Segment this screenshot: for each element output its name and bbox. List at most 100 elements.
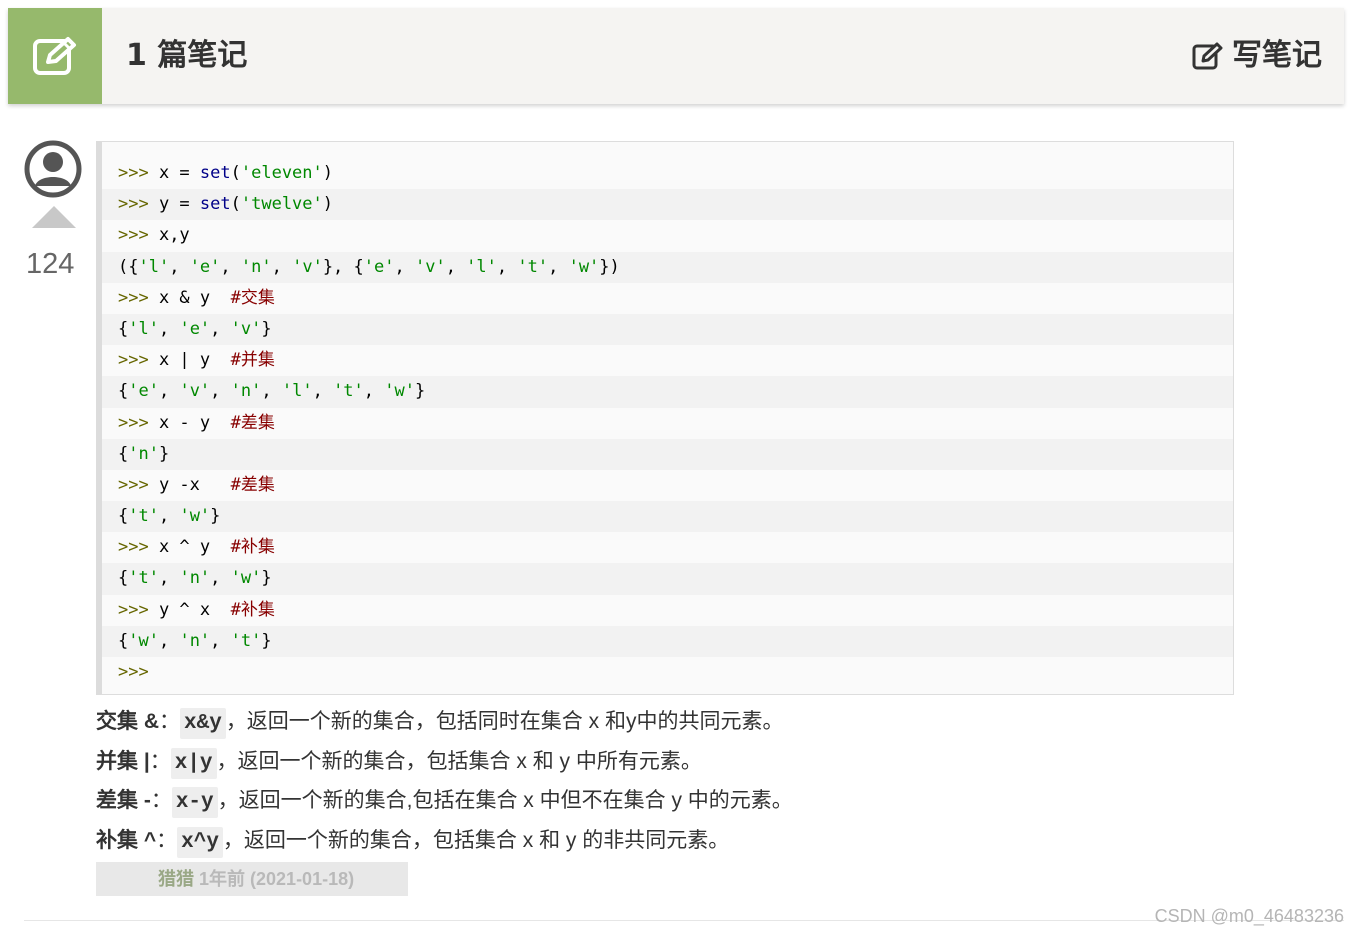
- code-token: 't': [230, 630, 262, 651]
- code-token: ,: [548, 256, 569, 277]
- code-token: 'n': [240, 256, 272, 277]
- code-line: >>> y = set('twelve'): [102, 189, 1233, 221]
- code-token: #差集: [230, 412, 275, 433]
- code-token: #交集: [230, 287, 275, 308]
- inline-code: x|y: [170, 747, 217, 779]
- code-token: ,: [363, 381, 385, 402]
- code-line: {'w', 'n', 't'}: [102, 625, 1233, 657]
- set-operations-description: 交集 &： x&y ，返回一个新的集合，包括同时在集合 x 和y中的共同元素。 并集 …: [96, 702, 793, 860]
- code-token: ,: [158, 506, 180, 527]
- code-token: ,: [158, 568, 180, 589]
- code-token: ): [322, 194, 334, 215]
- vote-count: 124: [26, 248, 75, 280]
- write-note-button[interactable]: 写笔记: [1192, 34, 1322, 78]
- code-token: 'l': [128, 318, 159, 339]
- code-token: set: [199, 194, 231, 215]
- write-note-label: 写笔记: [1232, 38, 1322, 73]
- code-token: ,: [158, 318, 180, 339]
- csdn-watermark: CSDN @m0_46483236: [1154, 906, 1344, 926]
- code-token: ,: [169, 256, 190, 277]
- code-line: ({'l', 'e', 'n', 'v'}, {'e', 'v', 'l', '…: [102, 251, 1233, 283]
- description-line: 交集 &： x&y ，返回一个新的集合，包括同时在集合 x 和y中的共同元素。: [96, 702, 793, 742]
- notes-panel: 1 篇笔记 写笔记 124 >>> x = set('eleven') >>> y…: [8, 8, 1344, 937]
- description-line: 并集 |： x|y ，返回一个新的集合，包括集合 x 和 y 中所有元素。: [96, 742, 793, 782]
- code-line: {'t', 'w'}: [102, 501, 1233, 533]
- avatar-icon: [24, 140, 82, 198]
- code-token: 'twelve': [240, 194, 323, 215]
- code-line: >>> y ^ x #补集: [102, 595, 1233, 626]
- code-line: >>> x | y #并集: [102, 345, 1233, 376]
- code-line: >>> y -x #差集: [102, 470, 1233, 501]
- code-token: >>>: [118, 599, 159, 620]
- operation-term: 补集 ^: [96, 828, 157, 852]
- code-token: }: [261, 568, 272, 589]
- code-token: ,: [220, 256, 241, 277]
- code-token: 'v': [230, 318, 262, 339]
- code-token: 'w': [568, 256, 600, 277]
- code-token: >>>: [118, 474, 159, 495]
- author-name[interactable]: 猎猎: [158, 869, 194, 889]
- code-line: {'n'}: [102, 438, 1233, 470]
- code-token: ,: [394, 256, 415, 277]
- operation-term: 差集 -: [96, 789, 151, 812]
- description-text: ，返回一个新的集合，包括集合 x 和 y 中所有元素。: [216, 749, 702, 773]
- code-token: x =: [158, 163, 200, 183]
- separator: ：: [150, 789, 172, 812]
- code-token: 'l': [138, 256, 170, 277]
- code-token: 'v': [179, 381, 211, 402]
- code-token: ,: [312, 381, 334, 402]
- code-token: ,: [210, 381, 231, 402]
- code-token: #补集: [230, 599, 275, 620]
- description-line: 差集 -： x-y ，返回一个新的集合,包括在集合 x 中但不在集合 y 中的元素。: [96, 781, 793, 821]
- separator: ：: [149, 749, 171, 773]
- notes-header: 1 篇笔记 写笔记: [8, 8, 1344, 104]
- code-token: {: [118, 630, 129, 651]
- code-token: 'l': [281, 381, 313, 402]
- code-line: >>> x ^ y #补集: [102, 532, 1233, 563]
- code-token: 'e': [179, 318, 211, 339]
- code-token: ,: [158, 381, 180, 402]
- code-token: ({: [118, 256, 139, 277]
- description-line: 补集 ^： x^y ，返回一个新的集合，包括集合 x 和 y 的非共同元素。: [96, 821, 793, 861]
- code-token: 'n': [179, 630, 211, 651]
- code-token: }: [414, 381, 426, 402]
- code-token: {: [118, 318, 129, 339]
- description-text: ，返回一个新的集合,包括在集合 x 中但不在集合 y 中的元素。: [217, 789, 793, 812]
- code-token: }: [210, 506, 221, 527]
- code-token: }: [158, 443, 170, 464]
- code-line: >>> x & y #交集: [102, 283, 1233, 314]
- code-token: }, {: [322, 256, 364, 277]
- code-token: ): [322, 163, 334, 183]
- code-token: }: [261, 318, 272, 339]
- code-token: ,: [496, 256, 518, 277]
- code-token: >>>: [118, 225, 159, 246]
- code-token: >>>: [118, 194, 159, 215]
- code-token: >>>: [118, 350, 159, 371]
- code-token: 't': [517, 256, 549, 277]
- inline-code: x^y: [177, 826, 223, 858]
- code-token: 'w': [230, 568, 262, 589]
- code-token: 'v': [414, 256, 446, 277]
- code-line: {'t', 'n', 'w'}: [102, 563, 1233, 595]
- code-line: >>> x,y: [102, 220, 1233, 251]
- code-token: >>>: [118, 412, 159, 433]
- code-token: {: [118, 381, 129, 402]
- upvote-arrow-icon[interactable]: [32, 206, 76, 228]
- code-token: 't': [128, 506, 159, 527]
- code-token: >>>: [118, 287, 159, 308]
- pencil-square-icon: [1192, 42, 1223, 70]
- code-token: 't': [128, 568, 159, 589]
- code-token: 't': [333, 381, 364, 402]
- note-edit-icon-box: [8, 8, 102, 104]
- code-token: set: [199, 163, 231, 183]
- code-token: 'w': [128, 630, 159, 651]
- code-token: #补集: [230, 537, 275, 558]
- note-author-time: 猎猎 1年前 (2021-01-18): [96, 862, 408, 896]
- code-token: 'l': [466, 256, 497, 277]
- code-token: >>>: [118, 537, 159, 558]
- code-token: 'eleven': [240, 163, 323, 183]
- code-token: 'e': [189, 256, 221, 277]
- code-token: #差集: [230, 474, 275, 495]
- inline-code: x&y: [180, 708, 226, 739]
- code-token: 'e': [128, 381, 159, 402]
